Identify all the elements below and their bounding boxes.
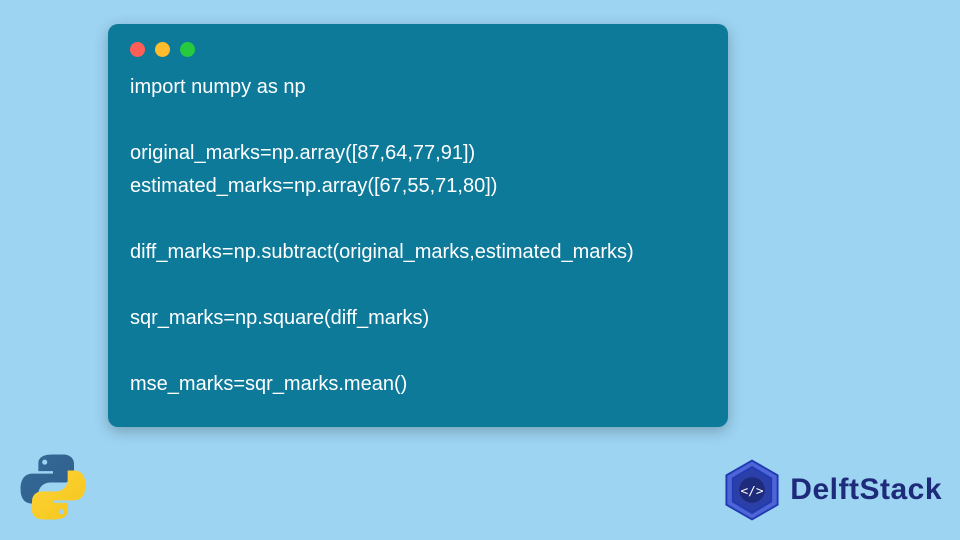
code-block: import numpy as np original_marks=np.arr… bbox=[130, 71, 706, 401]
svg-text:</>: </> bbox=[741, 484, 764, 499]
brand-badge-icon: </> bbox=[720, 458, 784, 522]
code-card: import numpy as np original_marks=np.arr… bbox=[108, 24, 728, 427]
brand: </> DelftStack bbox=[720, 458, 942, 522]
maximize-dot-icon bbox=[180, 42, 195, 57]
minimize-dot-icon bbox=[155, 42, 170, 57]
close-dot-icon bbox=[130, 42, 145, 57]
window-controls bbox=[130, 42, 706, 57]
brand-name: DelftStack bbox=[790, 473, 942, 507]
python-logo-icon bbox=[18, 452, 88, 522]
